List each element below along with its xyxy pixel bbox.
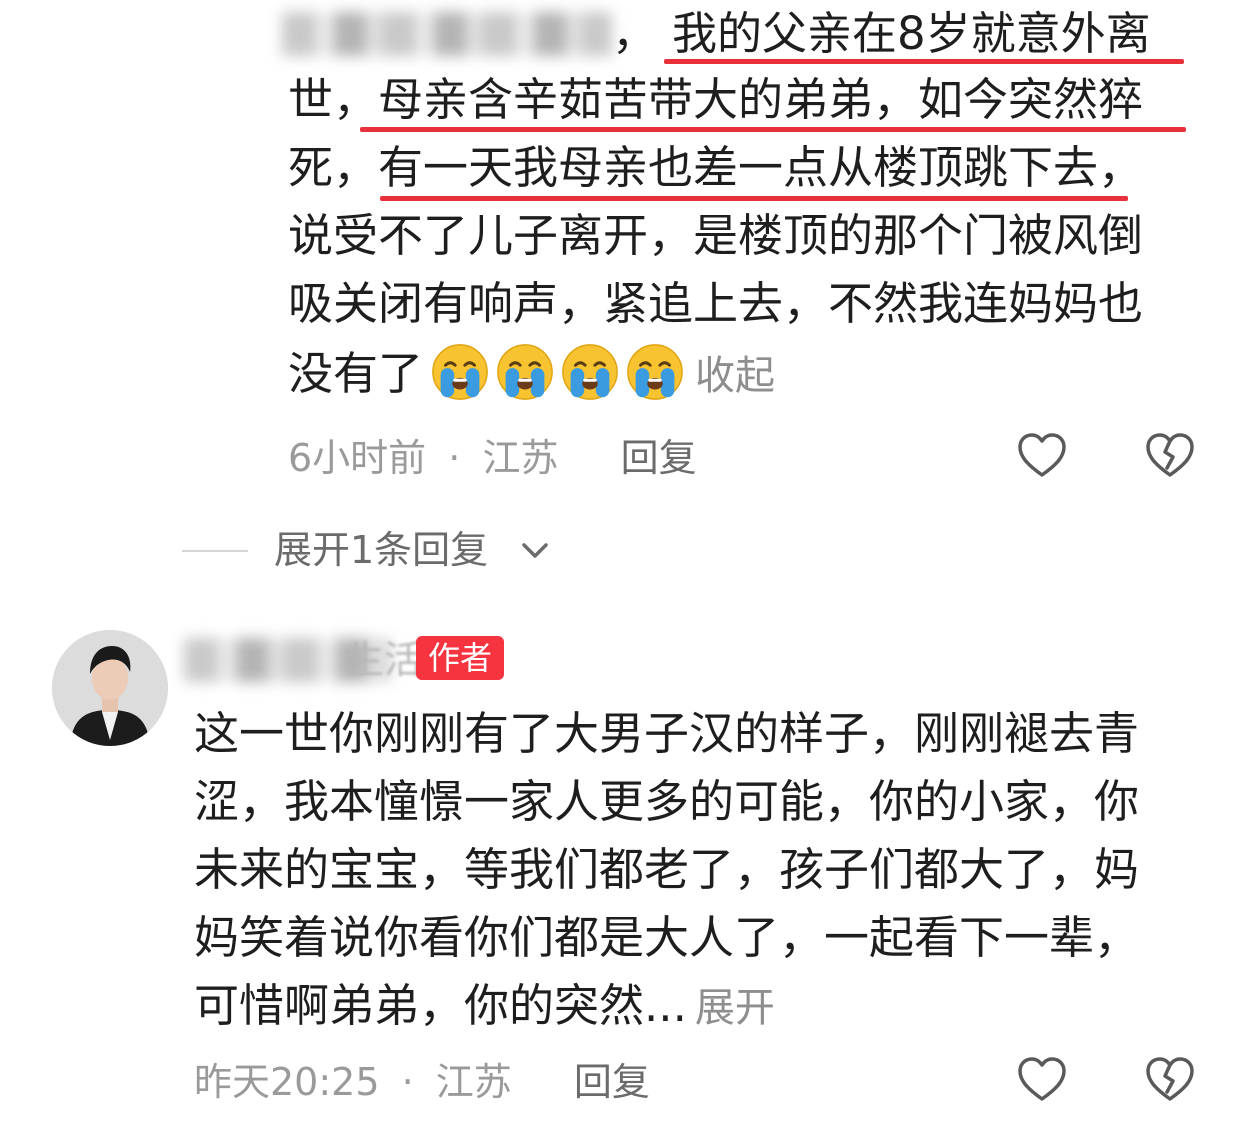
heart-outline-icon[interactable] (1014, 428, 1070, 484)
highlight-underline (380, 196, 1128, 201)
author-tag-wrap: 作者 (416, 636, 505, 680)
blurred-text (282, 12, 612, 56)
highlight-underline (360, 127, 1186, 132)
crying-emoji (627, 344, 683, 400)
highlight-underline (664, 59, 1184, 64)
comment-text-comma: ， (612, 7, 658, 60)
comment-location: 江苏 (435, 1060, 512, 1104)
comment-text-line: 妈笑着说你看你们都是大人了，一起看下一辈， (194, 911, 1140, 964)
comment-text-line: 说受不了儿子离开，是楼顶的那个门被风倒 (288, 209, 1144, 262)
comment-location: 江苏 (482, 436, 559, 480)
comment-meta: 6小时前 · 江苏 回复 (288, 432, 697, 484)
crying-emoji (562, 344, 618, 400)
text-prefix: 死， (288, 141, 379, 194)
comment-text-line: 涩，我本憧憬一家人更多的可能，你的小家，你 (194, 775, 1140, 828)
emoji-row (429, 344, 689, 400)
comment-time: 6小时前 (288, 436, 427, 480)
avatar-image (52, 630, 168, 746)
comment-time: 昨天20:25 (194, 1060, 380, 1104)
reply-button[interactable]: 回复 (574, 1060, 650, 1104)
comment-text-line: 死，有一天我母亲也差一点从楼顶跳下去， (288, 134, 1143, 202)
meta-dot: · (448, 436, 461, 480)
text-prefix: 世， (288, 73, 379, 126)
comment-text: 可惜啊弟弟，你的突然... (194, 979, 687, 1032)
comment-text-line: 世，母亲含辛茹苦带大的弟弟，如今突然猝 (288, 66, 1143, 134)
text-suffix: ， (1098, 141, 1144, 194)
crying-emoji (497, 344, 553, 400)
comment-text-line: 吸关闭有响声，紧追上去，不然我连妈妈也 (288, 277, 1144, 330)
collapse-link[interactable]: 收起 (695, 353, 775, 399)
comment-text-line: 这一世你刚刚有了大男子汉的样子，刚刚褪去青 (194, 707, 1140, 760)
comment-meta: 昨天20:25 · 江苏 回复 (194, 1056, 650, 1108)
crying-emoji (432, 344, 488, 400)
expand-replies[interactable]: 展开1条回复 (182, 524, 602, 578)
username[interactable]: 生活 (346, 636, 422, 684)
avatar[interactable] (52, 630, 168, 746)
broken-heart-icon[interactable] (1142, 428, 1198, 484)
reply-button[interactable]: 回复 (621, 436, 697, 480)
comment-text-line: 未来的宝宝，等我们都老了，孩子们都大了，妈 (194, 843, 1140, 896)
divider-line (182, 550, 248, 552)
comment-text-line: 可惜啊弟弟，你的突然... 展开 (194, 972, 775, 1042)
chevron-down-icon (522, 543, 548, 558)
author-tag: 作者 (416, 636, 505, 680)
comment-text: 没有了 (288, 347, 424, 400)
meta-dot: · (401, 1060, 414, 1104)
highlighted-text: 有一天我母亲也差一点从楼顶跳下去 (378, 141, 1099, 194)
comment-text-line: 我的父亲在8岁就意外离 (672, 7, 1151, 60)
highlighted-text: 母亲含辛茹苦带大的弟弟，如今突然猝 (378, 73, 1144, 126)
expand-link[interactable]: 展开 (695, 985, 775, 1031)
comment-text-line: 没有了 收起 (288, 340, 775, 410)
broken-heart-icon[interactable] (1142, 1052, 1198, 1108)
heart-outline-icon[interactable] (1014, 1052, 1070, 1108)
expand-replies-label[interactable]: 展开1条回复 (274, 524, 488, 576)
